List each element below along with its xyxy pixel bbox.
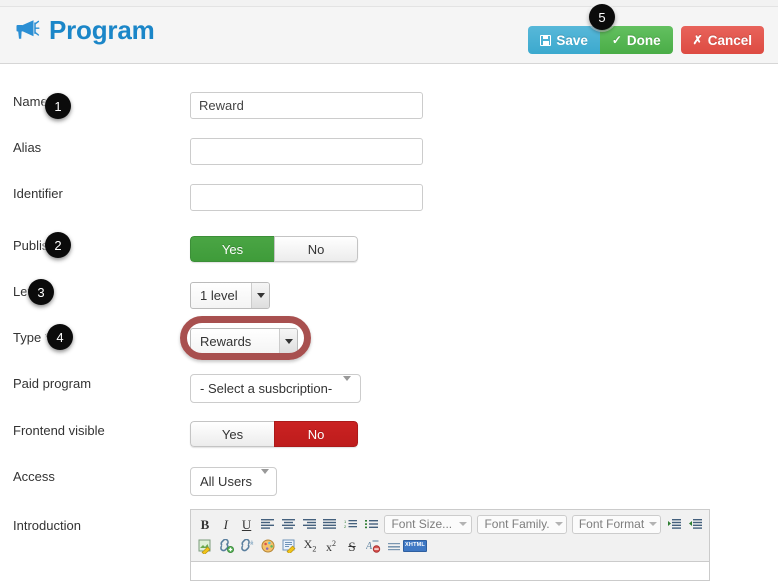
form-row-alias: Alias [0,138,778,184]
level-select-value: 1 level [200,288,238,303]
superscript-icon[interactable]: x2 [321,536,341,556]
text-color-icon[interactable] [258,536,278,556]
edit-source-icon[interactable] [279,536,299,556]
editor-content-area[interactable] [191,562,709,580]
label-access: Access [13,469,55,484]
align-justify-icon[interactable] [320,514,340,534]
align-right-icon[interactable] [299,514,319,534]
chevron-down-icon [459,522,468,526]
type-select[interactable]: Rewards [190,328,298,355]
type-select-value: Rewards [200,334,252,349]
save-button-label: Save [556,32,588,48]
chevron-down-icon [251,283,269,308]
font-family-select[interactable]: Font Family. [477,514,567,534]
page-header: Program Save ✓ Done ✗ Cancel [0,7,778,64]
form-row-level: Level 1 level [0,282,778,328]
label-identifier: Identifier [13,186,63,201]
chevron-down-icon [261,469,270,489]
page-title-group: Program [14,17,155,43]
label-alias: Alias [13,140,42,155]
editor-toolbar-row-2: X2 x2 S A XHTML [195,535,705,557]
outdent-icon[interactable] [664,514,684,534]
align-left-icon[interactable] [257,514,277,534]
form-row-type: Type * Rewards [0,328,778,374]
align-center-icon[interactable] [278,514,298,534]
annotation-badge-5: 5 [589,4,615,30]
paid-program-select-value: - Select a susbcription- [200,381,333,396]
save-button[interactable]: Save [528,26,600,54]
label-frontend-visible: Frontend visible [13,423,105,438]
annotation-badge-3: 3 [28,279,54,305]
italic-icon[interactable]: I [216,514,236,534]
font-format-select-label: Font Format [578,517,645,531]
annotation-badge-2: 2 [45,232,71,258]
level-select[interactable]: 1 level [190,282,270,309]
bold-icon[interactable]: B [195,514,215,534]
unordered-list-icon[interactable] [362,514,382,534]
cross-icon: ✗ [692,33,703,47]
unlink-icon[interactable] [237,536,257,556]
underline-icon[interactable]: U [237,514,257,534]
identifier-input[interactable] [190,184,423,211]
label-paid-program: Paid program [13,376,92,391]
svg-text:A: A [366,541,373,552]
annotation-badge-4: 4 [47,324,73,350]
editor-toolbar: B I U 1 2 Font Size... Font Family. Font… [191,510,709,562]
indent-icon[interactable] [685,514,705,534]
form-row-name: Name [0,92,778,138]
ordered-list-icon[interactable]: 1 2 [341,514,361,534]
publish-toggle-yes[interactable]: Yes [190,236,274,262]
publish-toggle-no[interactable]: No [274,236,358,262]
insert-link-icon[interactable] [216,536,236,556]
remove-format-icon[interactable]: A [363,536,383,556]
chevron-down-icon [554,522,563,526]
svg-text:2: 2 [344,524,347,529]
strikethrough-icon[interactable]: S [342,536,362,556]
chevron-down-icon [343,376,351,396]
label-type: Type * [13,330,50,345]
name-input[interactable] [190,92,423,119]
browser-top-strip [0,0,778,7]
form-row-frontend-visible: Frontend visible Yes No [0,421,778,467]
megaphone-icon [14,18,40,42]
access-select-value: All Users [200,474,253,489]
paid-program-select[interactable]: - Select a susbcription- [190,374,361,403]
done-button[interactable]: ✓ Done [599,26,673,54]
annotation-badge-1: 1 [45,93,71,119]
page-title: Program [49,15,155,45]
form-row-identifier: Identifier [0,184,778,230]
horizontal-rule-icon[interactable] [384,536,404,556]
xhtml-source-icon[interactable]: XHTML [403,536,427,556]
publish-toggle[interactable]: Yes No [190,236,358,262]
editor-toolbar-row-1: B I U 1 2 Font Size... Font Family. Font… [195,513,705,535]
check-icon: ✓ [611,33,622,47]
label-name: Name [13,94,48,109]
done-button-label: Done [626,32,661,48]
chevron-down-icon [649,522,658,526]
form-row-access: Access All Users [0,467,778,513]
font-size-select[interactable]: Font Size... [384,514,473,534]
header-action-buttons: Save ✓ Done ✗ Cancel [528,26,764,54]
font-format-select[interactable]: Font Format [571,514,662,534]
frontend-visible-toggle-no[interactable]: No [274,421,358,447]
form-row-paid-program: Paid program - Select a susbcription- [0,374,778,420]
cancel-button[interactable]: ✗ Cancel [680,26,764,54]
access-select[interactable]: All Users [190,467,277,496]
introduction-rich-text-editor: B I U 1 2 Font Size... Font Family. Font… [190,509,710,581]
frontend-visible-toggle-yes[interactable]: Yes [190,421,274,447]
font-family-select-label: Font Family. [484,517,550,531]
insert-image-icon[interactable] [195,536,215,556]
frontend-visible-toggle[interactable]: Yes No [190,421,358,447]
cancel-button-label: Cancel [707,32,752,48]
floppy-disk-icon [540,34,552,46]
alias-input[interactable] [190,138,423,165]
subscript-icon[interactable]: X2 [300,536,320,556]
chevron-down-icon [279,329,297,354]
font-size-select-label: Font Size... [391,517,453,531]
label-introduction: Introduction [13,518,81,533]
form-row-publish: Publish Yes No [0,236,778,282]
